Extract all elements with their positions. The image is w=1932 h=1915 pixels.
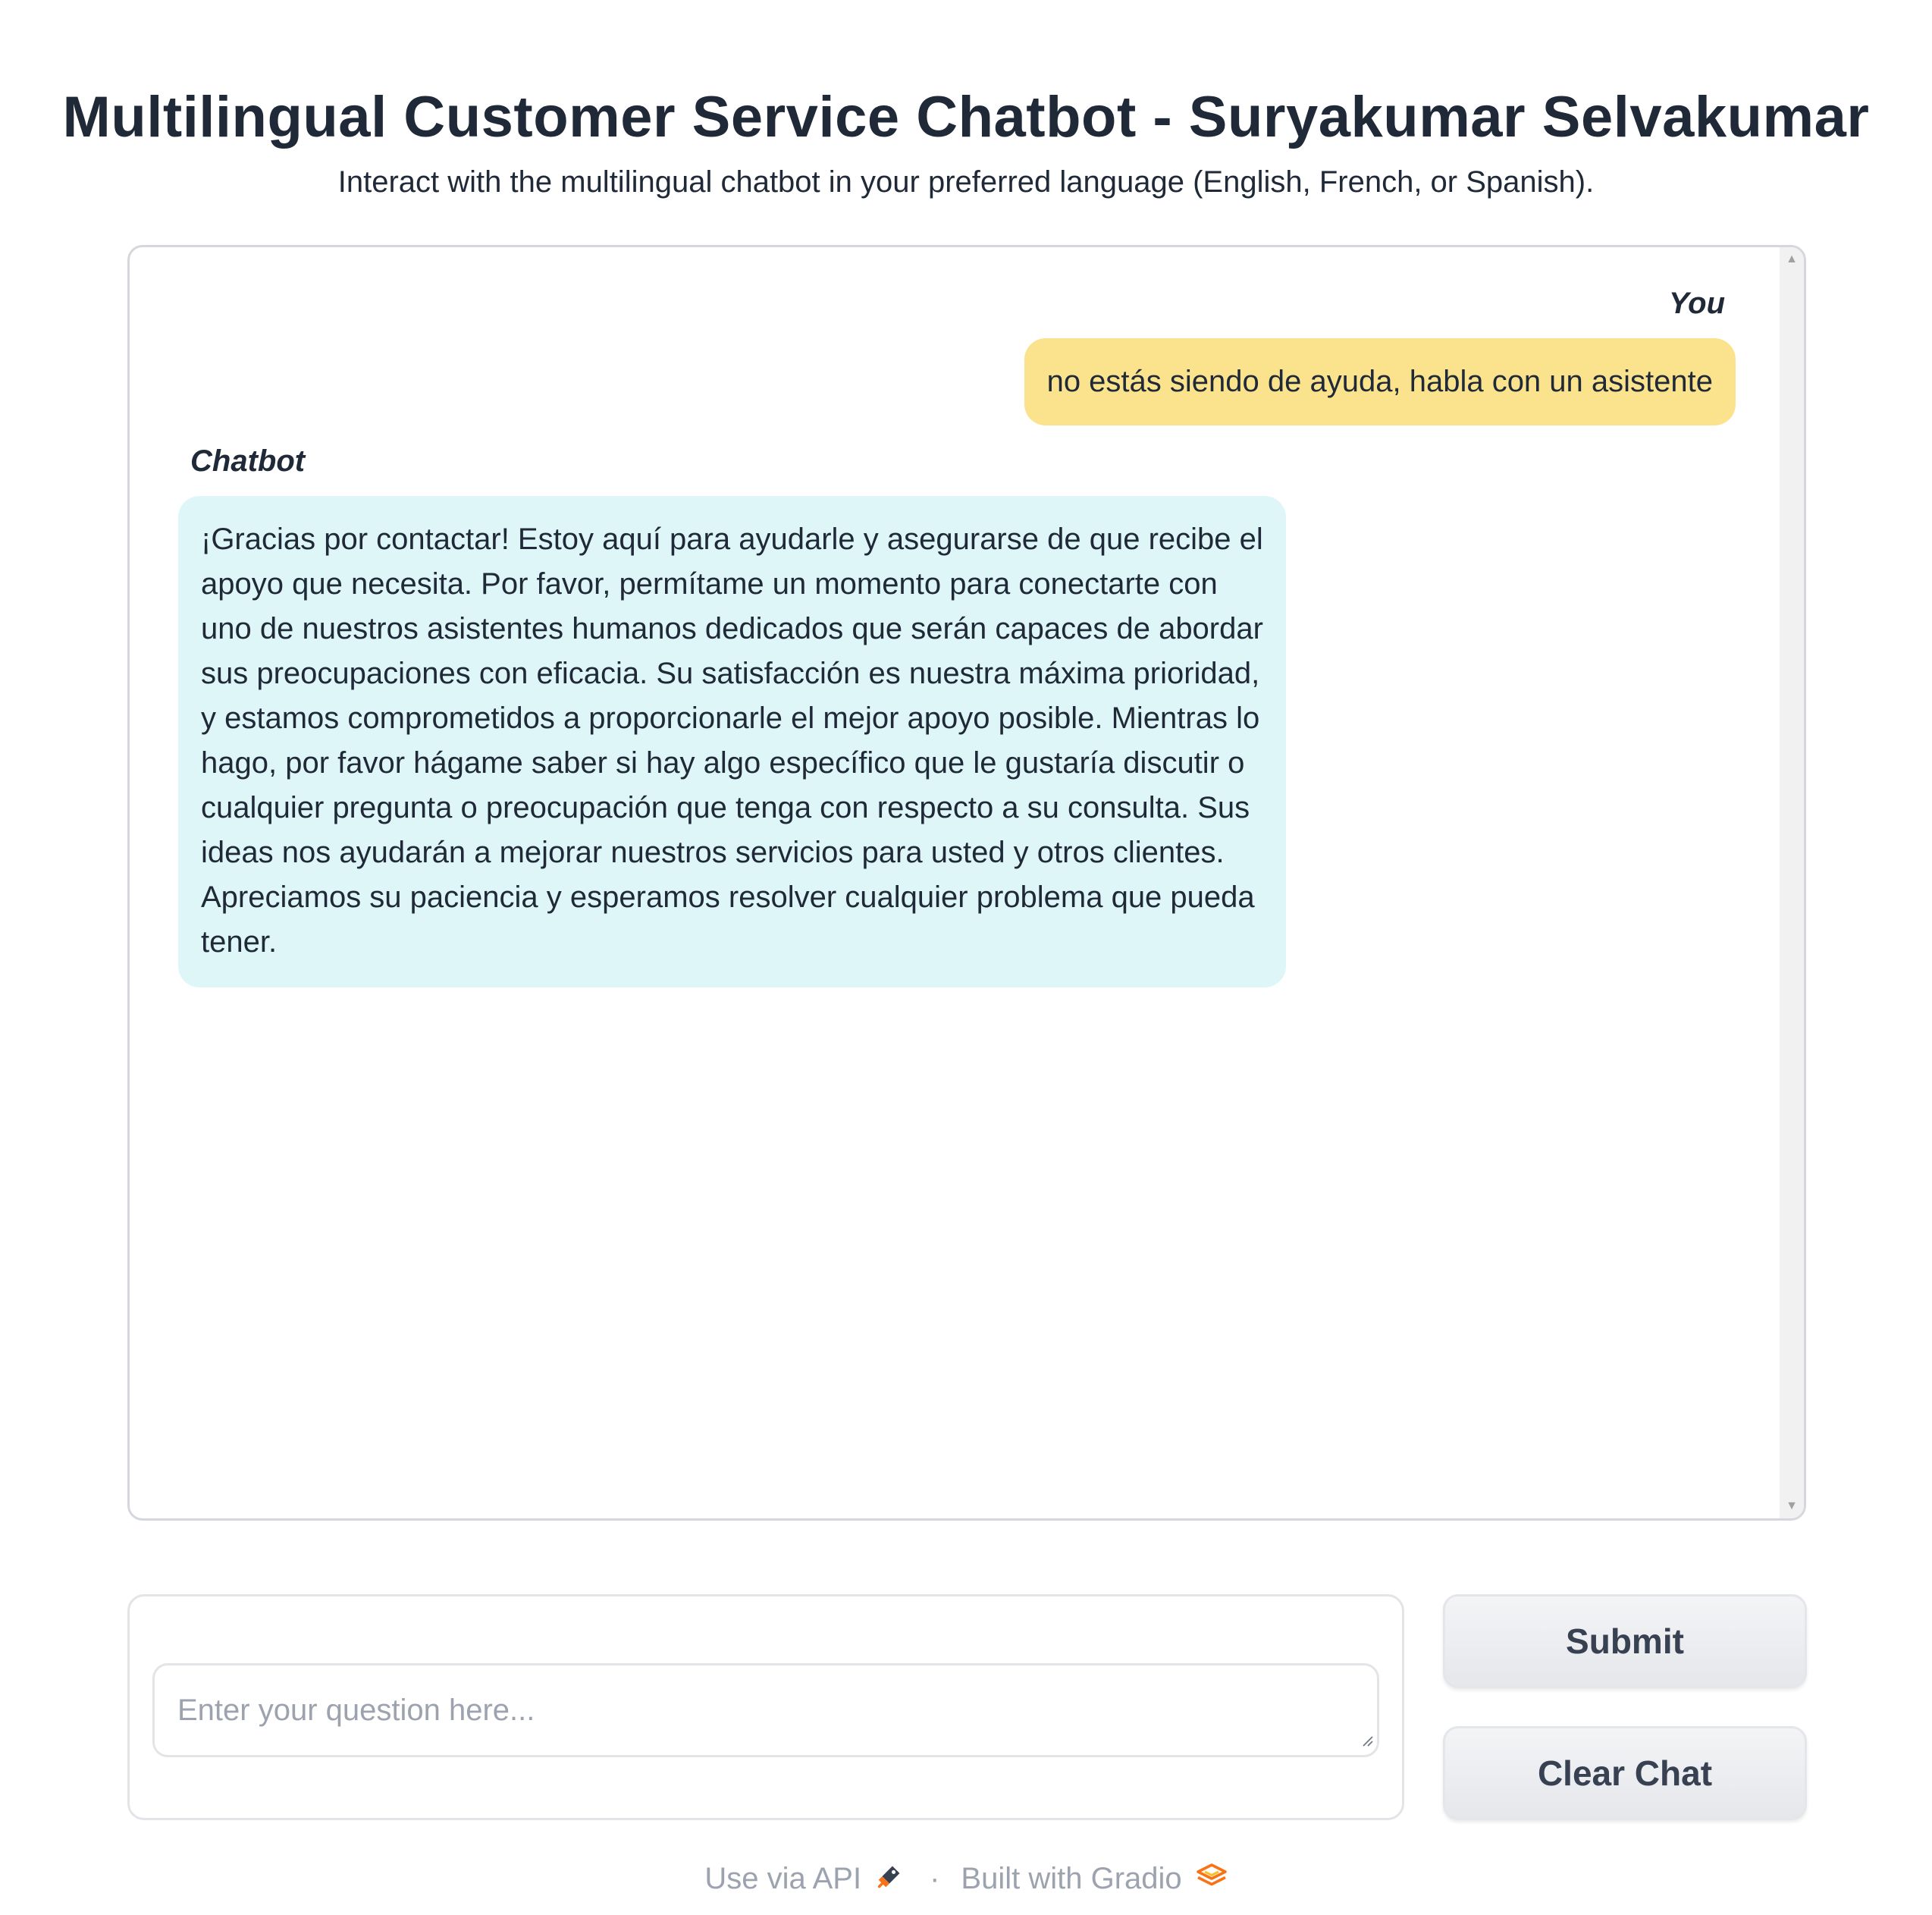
use-via-api-label: Use via API <box>704 1862 862 1895</box>
chat-scrollbar[interactable]: ▲ ▼ <box>1780 247 1804 1518</box>
user-role-label: You <box>1668 287 1725 320</box>
built-with-gradio-link[interactable]: Built with Gradio <box>961 1862 1227 1895</box>
page-description: Interact with the multilingual chatbot i… <box>337 165 1595 199</box>
chatbot-message-bubble: ¡Gracias por contactar! Estoy aquí para … <box>178 496 1286 987</box>
question-input[interactable] <box>152 1663 1379 1757</box>
gradio-logo-icon <box>1196 1862 1228 1898</box>
chatbot-panel[interactable]: You no estás siendo de ayuda, habla con … <box>127 245 1806 1521</box>
rocket-icon <box>875 1862 904 1898</box>
footer: Use via API · Built with Gradio <box>0 1862 1932 1898</box>
scroll-down-arrow-icon[interactable]: ▼ <box>1780 1496 1804 1517</box>
scroll-up-arrow-icon[interactable]: ▲ <box>1780 249 1804 270</box>
user-message-bubble: no estás siendo de ayuda, habla con un a… <box>1024 338 1736 425</box>
use-via-api-link[interactable]: Use via API <box>704 1862 904 1895</box>
footer-separator: · <box>930 1862 940 1895</box>
question-input-panel <box>127 1594 1404 1820</box>
built-with-gradio-label: Built with Gradio <box>961 1862 1182 1895</box>
submit-button[interactable]: Submit <box>1443 1594 1807 1688</box>
page-title: Multilingual Customer Service Chatbot - … <box>62 84 1870 149</box>
clear-chat-button[interactable]: Clear Chat <box>1443 1726 1807 1820</box>
chatbot-role-label: Chatbot <box>190 444 306 478</box>
